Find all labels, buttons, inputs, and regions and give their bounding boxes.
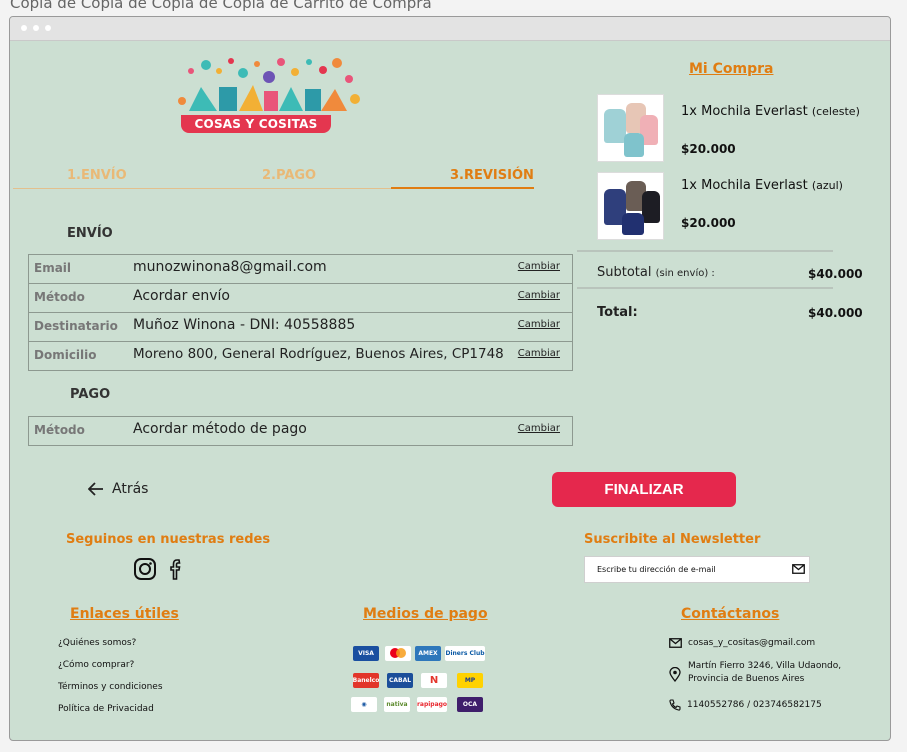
steps-divider xyxy=(13,188,391,189)
link-how-to-buy[interactable]: ¿Cómo comprar? xyxy=(58,660,134,670)
link-about[interactable]: ¿Quiénes somos? xyxy=(58,638,136,648)
shipping-row-method: Método Acordar envío Cambiar xyxy=(29,284,572,313)
shipping-table: Email munozwinona8@gmail.com Cambiar Mét… xyxy=(28,254,573,371)
contact-email[interactable]: cosas_y_cositas@gmail.com xyxy=(688,638,815,648)
item-name: 1x Mochila Everlast xyxy=(681,104,808,119)
item-variant: (azul) xyxy=(811,179,843,192)
item-name: 1x Mochila Everlast xyxy=(681,178,808,193)
product-image-celeste[interactable] xyxy=(597,94,664,162)
cabal-logo: CABAL xyxy=(387,673,413,688)
finalize-button[interactable]: FINALIZAR xyxy=(552,472,736,507)
mastercard-logo xyxy=(385,646,411,661)
product-image-azul[interactable] xyxy=(597,172,664,240)
page-title: Copia de Copia de Copia de Copia de Carr… xyxy=(10,0,432,12)
cart-item-price: $20.000 xyxy=(681,216,736,230)
row-value: munozwinona8@gmail.com xyxy=(133,259,327,275)
payments-title: Medios de pago xyxy=(363,606,488,622)
link-privacy[interactable]: Política de Privacidad xyxy=(58,704,154,714)
cart-title: Mi Compra xyxy=(689,61,774,77)
payment-table: Método Acordar método de pago Cambiar xyxy=(28,416,573,446)
item-variant: (celeste) xyxy=(811,105,860,118)
window-dot-icon xyxy=(33,25,39,31)
contact-phone: 1140552786 / 023746582175 xyxy=(687,700,822,710)
facebook-icon[interactable] xyxy=(166,557,186,585)
row-label: Destinatario xyxy=(34,319,118,333)
newsletter-placeholder: Escribe tu dirección de e-mail xyxy=(597,565,716,574)
row-value: Acordar envío xyxy=(133,288,231,304)
row-label: Email xyxy=(34,261,72,275)
oca-logo: OCA xyxy=(457,697,483,712)
visa-logo: VISA xyxy=(353,646,379,661)
window-dot-icon xyxy=(45,25,51,31)
total-value: $40.000 xyxy=(808,306,863,320)
cart-item-name: 1x Mochila Everlast (celeste) xyxy=(681,104,860,119)
shipping-row-email: Email munozwinona8@gmail.com Cambiar xyxy=(29,255,572,284)
browser-window: COSAS Y COSITAS 1.ENVÍO 2.PAGO 3.REVISIÓ… xyxy=(9,16,891,741)
contact-address-line1: Martín Fierro 3246, Villa Udaondo, xyxy=(688,661,842,671)
mail-icon[interactable] xyxy=(792,564,805,574)
change-payment-method-link[interactable]: Cambiar xyxy=(518,423,560,434)
logo-text: COSAS Y COSITAS xyxy=(181,115,331,133)
contact-address-line2: Provincia de Buenos Aires xyxy=(688,674,805,684)
subtotal-label: Subtotal (sin envío) : xyxy=(597,265,715,280)
social-title: Seguinos en nuestras redes xyxy=(66,532,271,547)
amex-logo: AMEX xyxy=(415,646,441,661)
rapipago-logo: rapipago xyxy=(417,697,447,712)
arrow-left-icon xyxy=(88,482,103,496)
cart-item-name: 1x Mochila Everlast (azul) xyxy=(681,178,843,193)
step-pago[interactable]: 2.PAGO xyxy=(262,168,316,183)
change-address-link[interactable]: Cambiar xyxy=(518,348,560,359)
change-shipping-method-link[interactable]: Cambiar xyxy=(518,290,560,301)
newsletter-email-input[interactable]: Escribe tu dirección de e-mail xyxy=(584,556,810,583)
row-label: Domicilio xyxy=(34,348,97,362)
newsletter-title: Suscribite al Newsletter xyxy=(584,532,761,547)
payment-row-method: Método Acordar método de pago Cambiar xyxy=(29,417,572,445)
row-value: Acordar método de pago xyxy=(133,421,307,437)
row-label: Método xyxy=(34,423,85,437)
instagram-icon[interactable] xyxy=(133,557,157,585)
row-value: Moreno 800, General Rodríguez, Buenos Ai… xyxy=(133,346,504,362)
row-label: Método xyxy=(34,290,85,304)
mail-icon xyxy=(669,638,682,648)
back-button[interactable]: Atrás xyxy=(88,481,148,497)
contact-title: Contáctanos xyxy=(681,606,780,622)
total-label: Total: xyxy=(597,305,638,320)
payment-heading: PAGO xyxy=(70,387,111,402)
cart-divider xyxy=(577,250,833,252)
link-terms[interactable]: Términos y condiciones xyxy=(58,682,163,692)
window-titlebar xyxy=(10,17,890,41)
change-recipient-link[interactable]: Cambiar xyxy=(518,319,560,330)
logo-graphic-icon xyxy=(178,58,360,111)
active-step-indicator xyxy=(391,187,534,189)
shipping-heading: ENVÍO xyxy=(67,226,113,241)
diners-logo: Diners Club xyxy=(445,646,485,661)
subtotal-note: (sin envío) : xyxy=(655,268,715,279)
change-email-link[interactable]: Cambiar xyxy=(518,261,560,272)
window-dot-icon xyxy=(21,25,27,31)
naranja-logo: N xyxy=(421,673,447,688)
cart-divider xyxy=(577,287,833,289)
cart-item-price: $20.000 xyxy=(681,142,736,156)
step-revision[interactable]: 3.REVISIÓN xyxy=(450,168,534,183)
nativa-logo: nativa xyxy=(384,697,410,712)
links-title: Enlaces útiles xyxy=(70,606,179,622)
shipping-row-recipient: Destinatario Muñoz Winona - DNI: 4055888… xyxy=(29,313,572,342)
phone-icon xyxy=(669,699,681,711)
bank-logo: ◉ xyxy=(351,697,377,712)
mercadopago-logo: MP xyxy=(457,673,483,688)
banelco-logo: Banelco xyxy=(353,673,379,688)
subtotal-value: $40.000 xyxy=(808,267,863,281)
shipping-row-address: Domicilio Moreno 800, General Rodríguez,… xyxy=(29,342,572,370)
step-envio[interactable]: 1.ENVÍO xyxy=(67,168,127,183)
brand-logo[interactable]: COSAS Y COSITAS xyxy=(171,57,363,133)
back-label: Atrás xyxy=(112,481,149,497)
location-pin-icon xyxy=(669,667,681,682)
row-value: Muñoz Winona - DNI: 40558885 xyxy=(133,317,356,333)
